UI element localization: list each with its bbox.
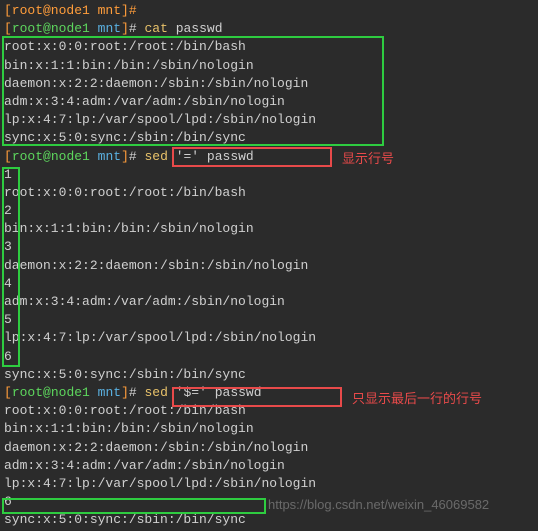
prompt-at: @ <box>43 385 51 400</box>
prompt-hash: # <box>129 21 145 36</box>
output-line: sync:x:5:0:sync:/sbin:/bin/sync <box>4 366 534 384</box>
prompt-bracket: [ <box>4 149 12 164</box>
output-line: lp:x:4:7:lp:/var/spool/lpd:/sbin/nologin <box>4 329 534 347</box>
output-line: sync:x:5:0:sync:/sbin:/bin/sync <box>4 511 534 529</box>
command-line: [root@node1 mnt]# cat passwd <box>4 20 534 38</box>
command-name: sed <box>145 385 168 400</box>
output-line: 5 <box>4 311 534 329</box>
prompt-path: mnt <box>90 385 121 400</box>
prompt-user: root <box>12 149 43 164</box>
output-line: adm:x:3:4:adm:/var/adm:/sbin/nologin <box>4 457 534 475</box>
output-line: lp:x:4:7:lp:/var/spool/lpd:/sbin/nologin <box>4 111 534 129</box>
prompt-at: @ <box>43 21 51 36</box>
command-args: '$=' passwd <box>168 385 262 400</box>
terminal-window[interactable]: [root@node1 mnt]# [root@node1 mnt]# cat … <box>0 0 538 531</box>
prompt-hash: # <box>129 385 145 400</box>
terminal-line: [root@node1 mnt]# <box>4 2 534 20</box>
output-line: 1 <box>4 166 534 184</box>
prompt-host: node1 <box>51 149 90 164</box>
output-line: sync:x:5:0:sync:/sbin:/bin/sync <box>4 129 534 147</box>
output-line: daemon:x:2:2:daemon:/sbin:/sbin/nologin <box>4 257 534 275</box>
command-line: [root@node1 mnt]# sed '=' passwd <box>4 148 534 166</box>
command-name: cat <box>145 21 168 36</box>
prompt-path: mnt <box>90 21 121 36</box>
output-line: bin:x:1:1:bin:/bin:/sbin/nologin <box>4 220 534 238</box>
output-line: 6 <box>4 348 534 366</box>
prompt-bracket-close: ] <box>121 385 129 400</box>
prompt-bracket-close: ] <box>121 149 129 164</box>
output-line: bin:x:1:1:bin:/bin:/sbin/nologin <box>4 420 534 438</box>
prompt-bracket-close: ] <box>121 21 129 36</box>
command-args: passwd <box>168 21 223 36</box>
output-line: daemon:x:2:2:daemon:/sbin:/sbin/nologin <box>4 439 534 457</box>
output-line: daemon:x:2:2:daemon:/sbin:/sbin/nologin <box>4 75 534 93</box>
output-line: 3 <box>4 238 534 256</box>
prompt-user: root <box>12 385 43 400</box>
command-name: sed <box>145 149 168 164</box>
output-line: 2 <box>4 202 534 220</box>
output-line: 6 <box>4 493 534 511</box>
command-line: [root@node1 mnt]# sed '$=' passwd <box>4 384 534 402</box>
prompt-host: node1 <box>51 21 90 36</box>
output-line: root:x:0:0:root:/root:/bin/bash <box>4 38 534 56</box>
prompt-path: mnt <box>90 149 121 164</box>
output-line: bin:x:1:1:bin:/bin:/sbin/nologin <box>4 57 534 75</box>
prompt-bracket: [ <box>4 21 12 36</box>
output-line: root:x:0:0:root:/root:/bin/bash <box>4 402 534 420</box>
prompt-bracket: [ <box>4 385 12 400</box>
prompt-text: [root@node1 mnt]# <box>4 3 144 18</box>
output-line: adm:x:3:4:adm:/var/adm:/sbin/nologin <box>4 93 534 111</box>
prompt-at: @ <box>43 149 51 164</box>
prompt-host: node1 <box>51 385 90 400</box>
prompt-user: root <box>12 21 43 36</box>
prompt-hash: # <box>129 149 145 164</box>
output-line: lp:x:4:7:lp:/var/spool/lpd:/sbin/nologin <box>4 475 534 493</box>
output-line: root:x:0:0:root:/root:/bin/bash <box>4 184 534 202</box>
output-line: adm:x:3:4:adm:/var/adm:/sbin/nologin <box>4 293 534 311</box>
output-line: 4 <box>4 275 534 293</box>
command-args: '=' passwd <box>168 149 254 164</box>
